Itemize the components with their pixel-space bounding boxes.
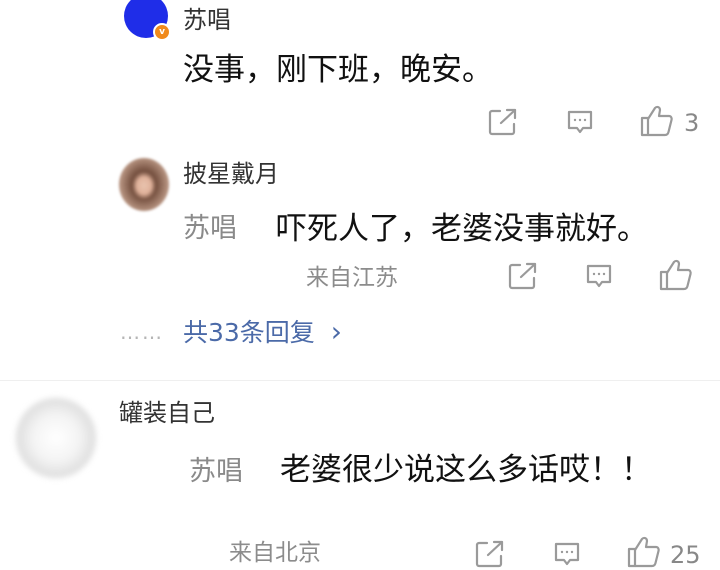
comment-icon[interactable] <box>566 108 594 136</box>
comment-text: 老婆很少说这么多话哎！！ <box>280 452 652 488</box>
comment-username[interactable]: 苏唱 <box>183 5 231 35</box>
like-icon[interactable] <box>659 259 693 291</box>
reply-location: 来自江苏 <box>306 265 398 291</box>
comment-username[interactable]: 罐装自己 <box>119 398 215 428</box>
share-icon[interactable] <box>475 540 505 568</box>
share-icon[interactable] <box>508 262 538 290</box>
verified-badge: v <box>153 23 171 41</box>
like-count: 3 <box>684 109 700 137</box>
view-replies-link[interactable]: 共33条回复 › <box>183 316 342 349</box>
replies-dots: …… <box>120 320 164 344</box>
divider <box>0 380 720 381</box>
comment-icon[interactable] <box>585 262 613 290</box>
chevron-right-icon: › <box>330 315 342 348</box>
like-count: 25 <box>670 541 701 569</box>
avatar[interactable] <box>16 398 96 478</box>
reply-mention[interactable]: 苏唱 <box>183 212 237 246</box>
comment-mention[interactable]: 苏唱 <box>189 455 243 489</box>
share-icon[interactable] <box>488 108 518 136</box>
comment-icon[interactable] <box>553 540 581 568</box>
reply-text: 吓死人了，老婆没事就好。 <box>276 211 648 247</box>
comment-location: 来自北京 <box>229 540 321 566</box>
like-icon[interactable] <box>627 536 661 568</box>
comment-text: 没事，刚下班，晚安。 <box>183 52 493 88</box>
view-replies-label: 共33条回复 <box>183 318 315 347</box>
avatar[interactable] <box>119 158 169 211</box>
like-icon[interactable] <box>640 105 674 137</box>
reply-username[interactable]: 披星戴月 <box>183 159 279 189</box>
